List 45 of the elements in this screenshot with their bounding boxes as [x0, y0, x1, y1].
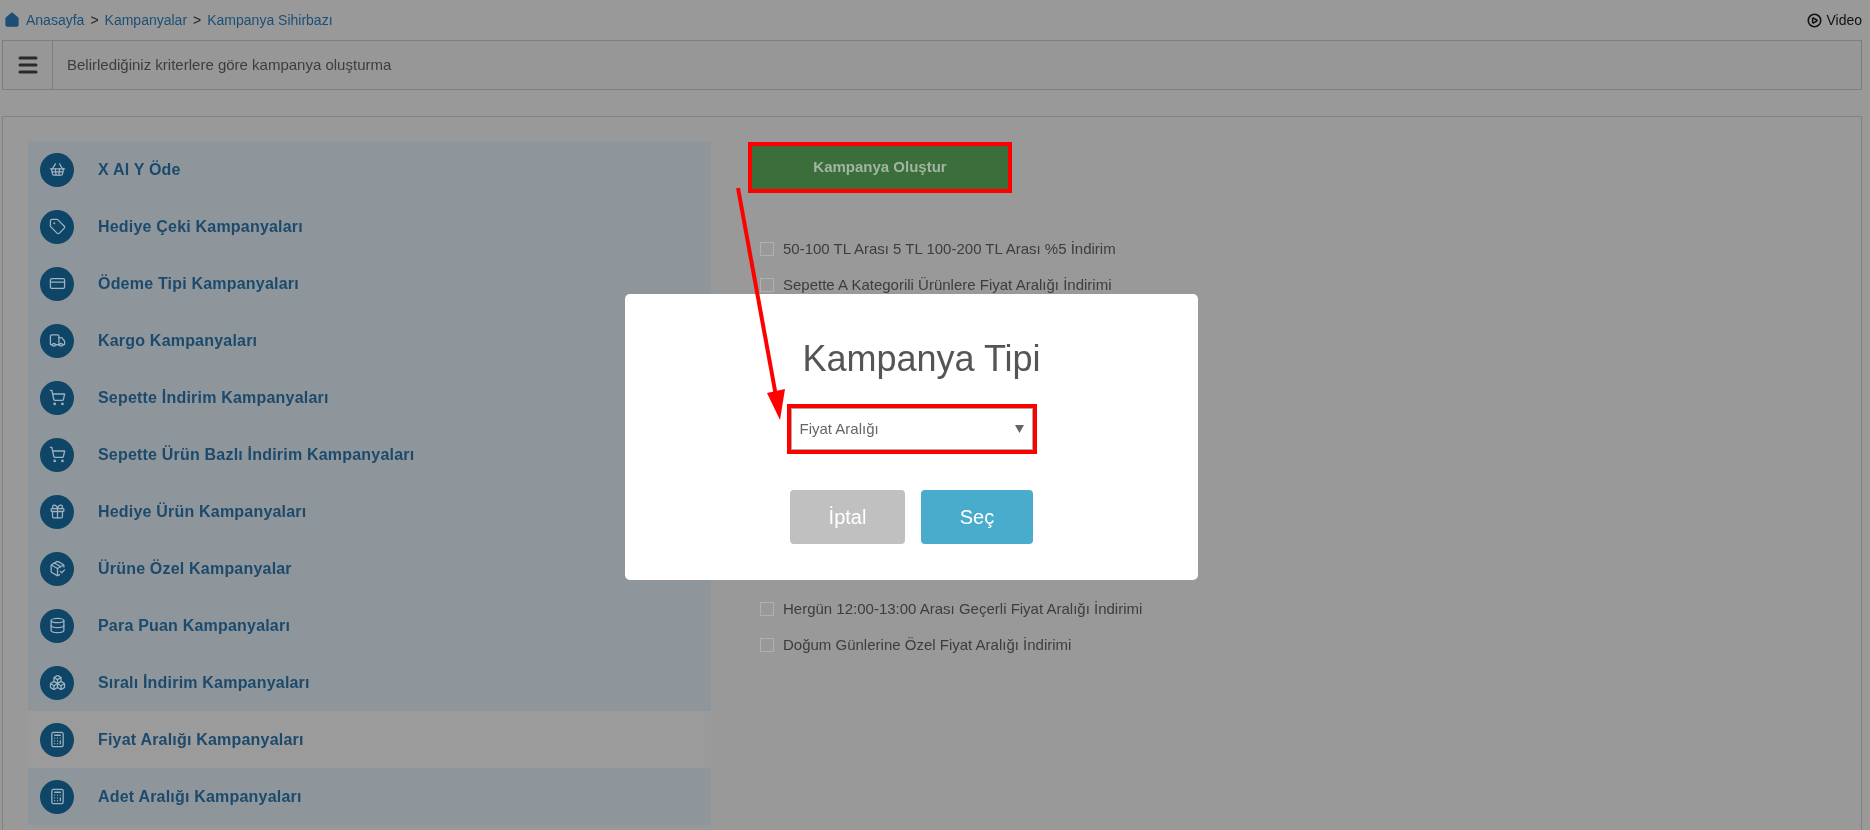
breadcrumb-separator: >	[90, 10, 99, 30]
calculator-badge-icon	[40, 779, 74, 814]
cancel-button[interactable]: İptal	[790, 490, 905, 544]
credit-card-badge-icon	[40, 266, 74, 301]
breadcrumb-link[interactable]: Kampanya Sihirbazı	[207, 9, 333, 31]
breadcrumb-separator: >	[193, 10, 202, 30]
campaign-label: Sepette A Kategorili Ürünlere Fiyat Aralığı İndirimi	[783, 274, 1112, 295]
select-button[interactable]: Seç	[921, 490, 1033, 544]
coins-stack-badge-icon	[40, 608, 74, 643]
calculator-badge-icon	[40, 722, 74, 757]
sidebar-label: Kargo Kampanyaları	[98, 330, 258, 351]
sidebar-label: X Al Y Öde	[98, 159, 181, 180]
sidebar-label: Sepette İndirim Kampanyaları	[98, 387, 329, 408]
truck-badge-icon	[40, 323, 74, 358]
breadcrumb-link[interactable]: Kampanyalar	[104, 9, 188, 31]
campaign-label: 50-100 TL Arası 5 TL 100-200 TL Arası %5 İndirim	[783, 238, 1116, 259]
campaign-type-select[interactable]: Fiyat Aralığı	[790, 408, 1033, 450]
dropdown-caret-icon	[1014, 425, 1024, 433]
sidebar-label: Fiyat Aralığı Kampanyaları	[98, 729, 304, 750]
basket-badge-icon	[40, 152, 74, 187]
tag-badge-icon	[40, 209, 74, 244]
campaign-label: Doğum Günlerine Özel Fiyat Aralığı İndirimi	[783, 634, 1072, 655]
cart-badge-icon	[40, 380, 74, 415]
sidebar-label: Hediye Çeki Kampanyaları	[98, 216, 303, 237]
sidebar-item[interactable]: Fiyat Aralığı Kampanyaları	[28, 711, 711, 768]
sidebar-label: Ödeme Tipi Kampanyaları	[98, 273, 299, 294]
campaign-label: Hergün 12:00-13:00 Arası Geçerli Fiyat Aralığı İndirimi	[783, 598, 1143, 619]
home-icon	[4, 12, 20, 28]
create-campaign-button[interactable]: Kampanya Oluştur	[752, 146, 1008, 189]
modal-title: Kampanya Tipi	[802, 341, 1041, 377]
sidebar-label: Sıralı İndirim Kampanyaları	[98, 672, 310, 693]
sidebar-label: Para Puan Kampanyaları	[98, 615, 291, 636]
video-link[interactable]: Video	[1807, 9, 1862, 31]
breadcrumb-link[interactable]: Anasayfa	[26, 9, 85, 31]
boxes-badge-icon	[40, 665, 74, 700]
gift-badge-icon	[40, 494, 74, 529]
checkbox[interactable]	[760, 278, 774, 292]
play-icon	[1807, 12, 1823, 28]
sidebar-label: Hediye Ürün Kampanyaları	[98, 501, 307, 522]
package-check-badge-icon	[40, 551, 74, 586]
header-title: Belirlediğiniz kriterlere göre kampanya oluşturma	[67, 54, 392, 75]
sidebar-label: Adet Aralığı Kampanyaları	[98, 786, 302, 807]
sidebar-label: Sepette Ürün Bazlı İndirim Kampanyaları	[98, 444, 415, 465]
sidebar-label: Ürüne Özel Kampanyalar	[98, 558, 292, 579]
cart-badge-icon	[40, 437, 74, 472]
